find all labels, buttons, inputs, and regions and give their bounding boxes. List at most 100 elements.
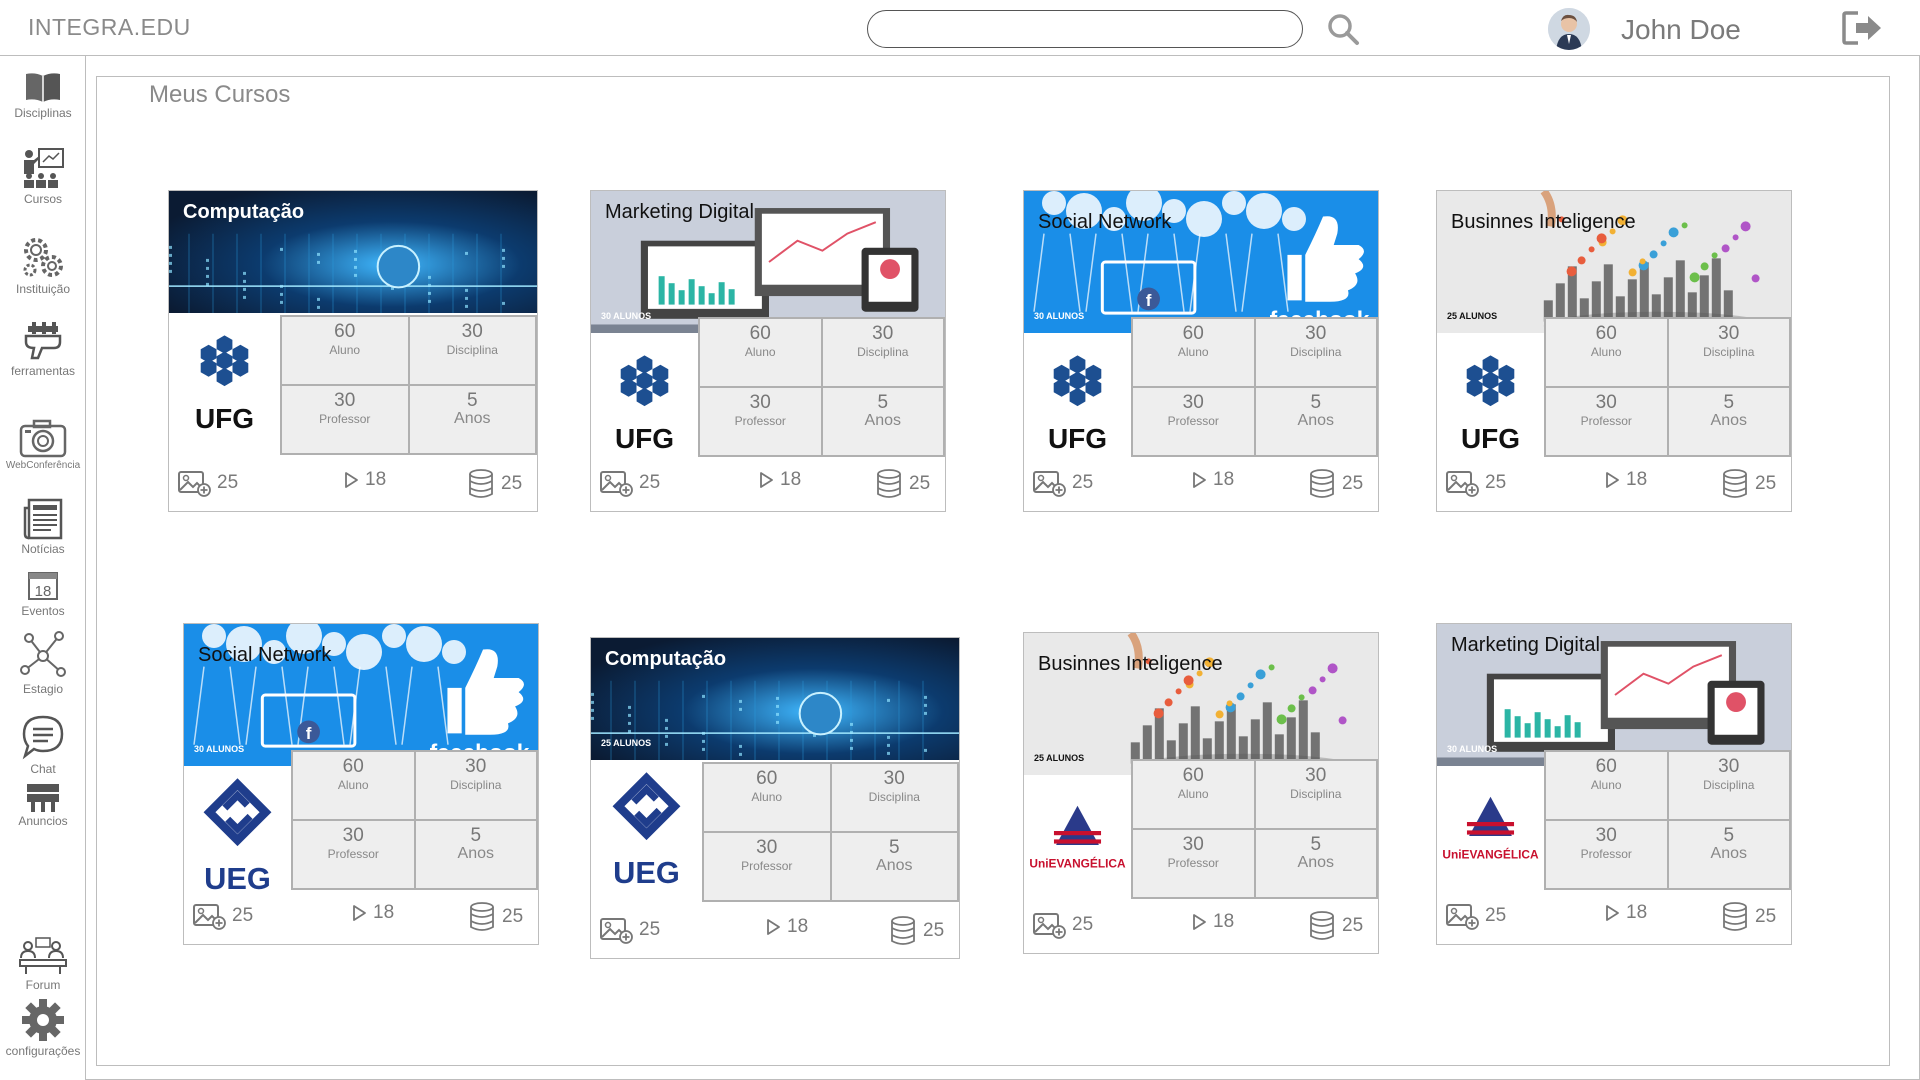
sidebar-item-disciplinas[interactable]: Disciplinas bbox=[0, 70, 86, 120]
sidebar-item-anuncios[interactable]: Anuncios bbox=[0, 782, 86, 828]
videos-count: 18 bbox=[1626, 902, 1648, 923]
sidebar-item-chat[interactable]: Chat bbox=[0, 714, 86, 776]
sidebar-item-label: Anuncios bbox=[18, 814, 68, 828]
gallery-count-button[interactable]: 25 bbox=[192, 902, 253, 930]
database-icon bbox=[1723, 469, 1747, 498]
institution-logo: UFG bbox=[1024, 333, 1131, 473]
stat-value: 60 bbox=[342, 756, 364, 777]
stat-label: Disciplina bbox=[868, 790, 920, 804]
stat-anos: 5 Anos bbox=[1254, 829, 1377, 898]
course-card-4[interactable]: Businnes Inteligence 25 ALUNOS UFG 60 Alu… bbox=[1436, 190, 1792, 512]
course-card-2[interactable]: Marketing Digital 30 ALUNOS UFG 60 Aluno … bbox=[590, 190, 946, 512]
course-title: Computação bbox=[605, 648, 727, 670]
play-icon bbox=[1606, 905, 1619, 921]
files-count-button[interactable]: 25 bbox=[1308, 911, 1363, 941]
files-count: 25 bbox=[1755, 906, 1777, 927]
course-card-6[interactable]: Computação 25 ALUNOS UEG 60 Aluno 30 Disci… bbox=[590, 637, 960, 959]
gallery-count-button[interactable]: 25 bbox=[599, 916, 660, 944]
avatar[interactable] bbox=[1548, 8, 1590, 50]
stat-value: 30 bbox=[749, 392, 771, 413]
files-count: 25 bbox=[501, 473, 523, 494]
video-count-button[interactable]: 18 bbox=[1191, 911, 1234, 933]
sidebar-item-cursos[interactable]: Cursos bbox=[0, 146, 86, 206]
play-icon bbox=[353, 905, 366, 921]
video-count-button[interactable]: 18 bbox=[1191, 469, 1234, 491]
stat-label: Aluno bbox=[1590, 345, 1622, 359]
course-students: 30 ALUNOS bbox=[601, 311, 652, 321]
sidebar-item-eventos[interactable]: 18 Eventos bbox=[0, 568, 86, 618]
stat-professor: 30 Professor bbox=[281, 385, 409, 454]
video-count-button[interactable]: 18 bbox=[758, 469, 801, 491]
course-stats: 60 Aluno 30 Disciplina 30 Professor 5 Anos bbox=[702, 762, 959, 902]
files-count: 25 bbox=[909, 473, 931, 494]
course-card-1[interactable]: Computação UFG 60 Aluno 30 Disciplina 30 Pr… bbox=[168, 190, 538, 512]
gallery-count-button[interactable]: 25 bbox=[1445, 902, 1506, 930]
search-icon[interactable] bbox=[1326, 12, 1360, 46]
videos-count: 18 bbox=[1626, 469, 1648, 490]
files-count-button[interactable]: 25 bbox=[468, 902, 523, 932]
stat-disciplina: 30 Disciplina bbox=[830, 763, 958, 832]
images-count: 25 bbox=[1072, 472, 1094, 493]
stat-value: 5 bbox=[1310, 392, 1322, 413]
svg-text:UFG: UFG bbox=[615, 423, 674, 454]
course-card-3[interactable]: ffacebook Social Network 30 ALUNOS UFG 6… bbox=[1023, 190, 1379, 512]
video-count-button[interactable]: 18 bbox=[1604, 902, 1647, 924]
sidebar-item-forum[interactable]: Forum bbox=[0, 936, 86, 992]
video-count-button[interactable]: 18 bbox=[351, 902, 394, 924]
files-count-button[interactable]: 25 bbox=[875, 469, 930, 499]
course-students: 25 ALUNOS bbox=[1447, 311, 1498, 321]
stat-value: 30 bbox=[883, 768, 905, 789]
course-stats: 60 Aluno 30 Disciplina 30 Professor 5 Anos bbox=[698, 317, 945, 457]
stat-label: Aluno bbox=[744, 345, 776, 359]
play-icon bbox=[760, 472, 773, 488]
logout-icon[interactable] bbox=[1842, 10, 1884, 46]
gallery-count-button[interactable]: 25 bbox=[599, 469, 660, 497]
files-count-button[interactable]: 25 bbox=[1721, 469, 1776, 499]
sidebar-item-webconferencia[interactable]: WebConferência bbox=[0, 418, 86, 471]
stat-value: 5 bbox=[877, 392, 889, 413]
stat-value: 30 bbox=[1305, 765, 1327, 786]
sidebar-item-configuracoes[interactable]: configurações bbox=[0, 998, 86, 1058]
stat-label: Disciplina bbox=[857, 345, 909, 359]
svg-text:UFG: UFG bbox=[1461, 423, 1520, 454]
svg-text:UniEVANGÉLICA: UniEVANGÉLICA bbox=[1029, 855, 1126, 870]
images-count: 25 bbox=[232, 905, 254, 926]
stat-label: Anos bbox=[454, 410, 491, 427]
stat-disciplina: 30 Disciplina bbox=[1254, 318, 1377, 387]
gallery-count-button[interactable]: 25 bbox=[177, 469, 238, 497]
course-title: Businnes Inteligence bbox=[1451, 211, 1636, 233]
files-count-button[interactable]: 25 bbox=[1308, 469, 1363, 499]
sidebar-item-noticias[interactable]: Notícias bbox=[0, 498, 86, 556]
video-count-button[interactable]: 18 bbox=[1604, 469, 1647, 491]
video-count-button[interactable]: 18 bbox=[343, 469, 386, 491]
stat-label: Professor bbox=[1167, 414, 1219, 428]
files-count-button[interactable]: 25 bbox=[889, 916, 944, 946]
gallery-count-button[interactable]: 25 bbox=[1445, 469, 1506, 497]
course-card-7[interactable]: Businnes Inteligence 25 ALUNOS UniEVANGÉ… bbox=[1023, 632, 1379, 954]
sidebar-item-instituicao[interactable]: Instituição bbox=[0, 234, 86, 296]
stat-label: Aluno bbox=[1177, 787, 1209, 801]
course-card-8[interactable]: Marketing Digital 30 ALUNOS UniEVANGÉLIC… bbox=[1436, 623, 1792, 945]
course-card-5[interactable]: ffacebook Social Network 30 ALUNOS UEG 6… bbox=[183, 623, 539, 945]
brand-logo[interactable]: INTEGRA.EDU bbox=[28, 14, 191, 41]
database-icon bbox=[1310, 469, 1334, 498]
gallery-count-button[interactable]: 25 bbox=[1032, 469, 1093, 497]
play-icon bbox=[767, 919, 780, 935]
stat-value: 60 bbox=[1595, 323, 1617, 344]
stat-value: 30 bbox=[1182, 834, 1204, 855]
top-bar: INTEGRA.EDU John Doe bbox=[0, 0, 1920, 56]
video-count-button[interactable]: 18 bbox=[765, 916, 808, 938]
course-footer: 25 18 25 bbox=[184, 892, 538, 942]
files-count-button[interactable]: 25 bbox=[467, 469, 522, 499]
files-count: 25 bbox=[1342, 915, 1364, 936]
search-input[interactable] bbox=[867, 10, 1303, 48]
sidebar-item-estagio[interactable]: Estagio bbox=[0, 630, 86, 696]
stat-anos: 5 Anos bbox=[414, 820, 537, 889]
gallery-count-button[interactable]: 25 bbox=[1032, 911, 1093, 939]
institution-logo: UniEVANGÉLICA bbox=[1437, 766, 1544, 906]
sidebar-item-ferramentas[interactable]: ferramentas bbox=[0, 322, 86, 378]
user-name[interactable]: John Doe bbox=[1621, 14, 1741, 46]
svg-text:UFG: UFG bbox=[1048, 423, 1107, 454]
course-title: Marketing Digital bbox=[605, 201, 754, 223]
files-count-button[interactable]: 25 bbox=[1721, 902, 1776, 932]
